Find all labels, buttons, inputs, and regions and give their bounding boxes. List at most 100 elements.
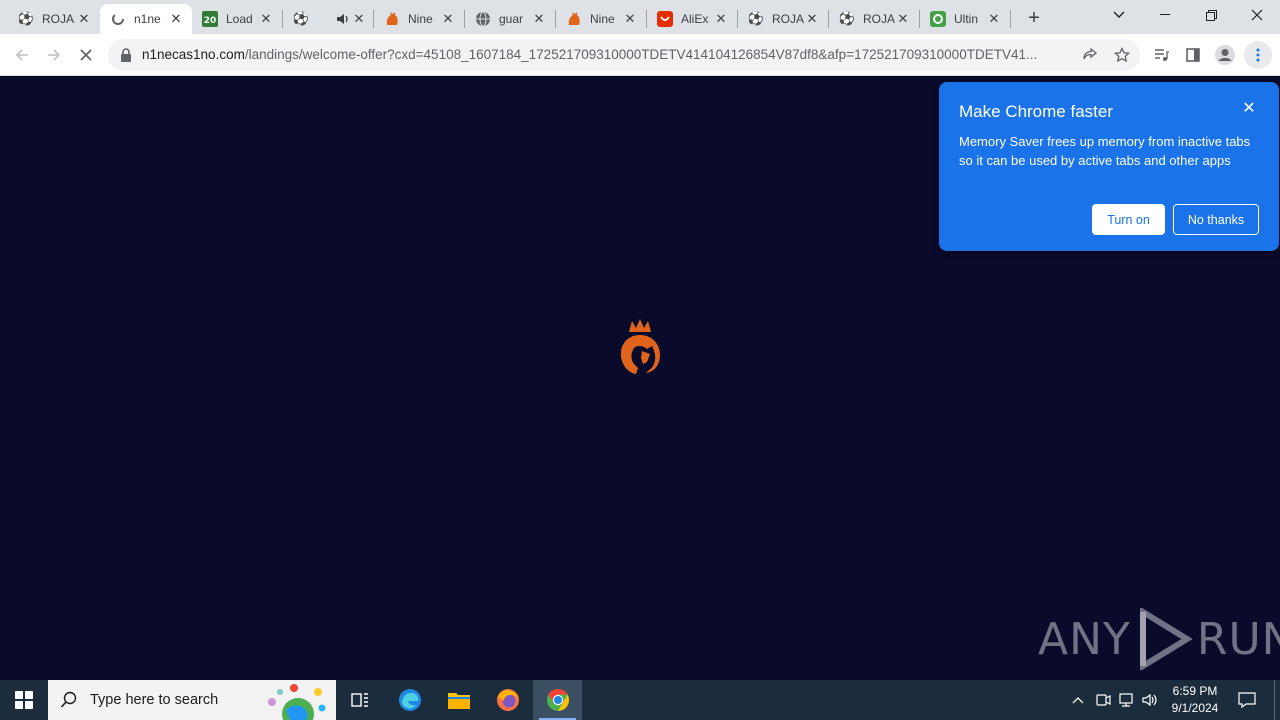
- task-view-icon: [351, 693, 368, 707]
- chrome-taskbar-button[interactable]: [533, 680, 582, 720]
- tab-title: ROJA: [42, 12, 75, 26]
- chevron-up-icon[interactable]: [1068, 690, 1088, 710]
- stop-loading-button[interactable]: [72, 41, 100, 69]
- share-icon[interactable]: [1078, 43, 1102, 67]
- tab-title: Load: [226, 12, 253, 26]
- meet-now-icon[interactable]: [1093, 690, 1113, 710]
- notification-icon[interactable]: [1237, 690, 1257, 710]
- new-tab-button[interactable]: +: [1022, 6, 1046, 30]
- green-app-icon: [930, 11, 946, 27]
- no-thanks-button[interactable]: No thanks: [1173, 204, 1259, 235]
- globe-icon: [475, 11, 491, 27]
- lion-logo-icon: [620, 319, 660, 374]
- tab-title: guar: [499, 12, 524, 26]
- address-bar[interactable]: n1necas1no.com/landings/welcome-offer?cx…: [108, 39, 1140, 71]
- restore-button[interactable]: [1188, 0, 1234, 30]
- url-host: n1necas1no.com: [142, 47, 245, 62]
- chrome-icon: [546, 689, 569, 711]
- chevron-down-icon: [1113, 11, 1125, 18]
- speaker-icon[interactable]: [335, 11, 351, 27]
- url-text[interactable]: n1necas1no.com/landings/welcome-offer?cx…: [142, 47, 1072, 62]
- chrome-menu-button[interactable]: [1244, 41, 1272, 69]
- edge-icon: [399, 689, 421, 711]
- bookmark-star-icon[interactable]: [1110, 43, 1134, 67]
- edge-taskbar-button[interactable]: [386, 680, 434, 720]
- tab-strip: ⚽ ROJA ✕ n1ne ✕ 20 Load ✕ ⚽ ✕ Nine ✕ gua…: [0, 0, 1280, 34]
- tab-n1necasino[interactable]: n1ne ✕: [100, 4, 192, 34]
- tab-title: Nine: [590, 12, 615, 26]
- close-icon[interactable]: ✕: [1241, 100, 1257, 117]
- taskbar-clock[interactable]: 6:59 PM 9/1/2024: [1164, 683, 1226, 717]
- lock-icon[interactable]: [120, 47, 132, 63]
- media-controls-button[interactable]: [1147, 41, 1175, 69]
- play-triangle-icon: [1139, 608, 1193, 670]
- windows-taskbar: Type here to search 6:59 PM 9/1/2024: [0, 680, 1280, 720]
- tab-separator: [1010, 10, 1011, 28]
- watermark-left: ANY: [1038, 613, 1131, 665]
- close-icon[interactable]: ✕: [986, 11, 1002, 27]
- task-view-button[interactable]: [336, 680, 384, 720]
- tab-roja-2[interactable]: ⚽ ROJA ✕: [738, 4, 828, 34]
- close-icon[interactable]: ✕: [713, 11, 729, 27]
- anyrun-watermark: ANY RUN: [1038, 604, 1280, 674]
- clock-time: 6:59 PM: [1172, 684, 1218, 698]
- popup-body: Memory Saver frees up memory from inacti…: [959, 134, 1251, 168]
- tab-load[interactable]: 20 Load ✕: [192, 4, 282, 34]
- close-icon[interactable]: ✕: [531, 11, 547, 27]
- taskbar-search-box[interactable]: Type here to search: [48, 680, 336, 720]
- start-button[interactable]: [0, 680, 48, 720]
- tab-title: Nine: [408, 12, 433, 26]
- close-icon[interactable]: ✕: [258, 11, 274, 27]
- firefox-taskbar-button[interactable]: [484, 680, 532, 720]
- close-icon[interactable]: ✕: [168, 11, 184, 27]
- tab-title: Ultin: [954, 12, 979, 26]
- tab-roja-1[interactable]: ⚽ ROJA ✕: [8, 4, 100, 34]
- tab-nine-1[interactable]: Nine ✕: [374, 4, 464, 34]
- tab-aliexpress[interactable]: AliEx ✕: [647, 4, 737, 34]
- folder-icon: [448, 693, 470, 709]
- tab-roja-3[interactable]: ⚽ ROJA ✕: [829, 4, 919, 34]
- tab-guar[interactable]: guar ✕: [465, 4, 555, 34]
- close-icon[interactable]: ✕: [76, 11, 92, 27]
- browser-toolbar: n1necas1no.com/landings/welcome-offer?cx…: [0, 34, 1280, 76]
- side-panel-button[interactable]: [1179, 41, 1207, 69]
- tab-title: ROJA: [863, 12, 895, 26]
- soccer-ball-icon: ⚽: [747, 11, 765, 26]
- turn-on-button[interactable]: Turn on: [1092, 204, 1165, 235]
- tab-soccer-audio[interactable]: ⚽ ✕: [283, 4, 373, 34]
- tab-title: ROJA: [772, 12, 804, 26]
- media-queue-icon: [1155, 49, 1169, 61]
- back-button[interactable]: [8, 41, 36, 69]
- soccer-ball-icon: ⚽: [292, 11, 310, 26]
- tab-search-button[interactable]: [1096, 0, 1142, 30]
- close-icon[interactable]: ✕: [804, 11, 820, 27]
- file-explorer-taskbar-button[interactable]: [435, 680, 483, 720]
- close-icon[interactable]: ✕: [351, 11, 367, 27]
- soccer-ball-icon: ⚽: [838, 11, 856, 26]
- clock-date: 9/1/2024: [1171, 701, 1219, 715]
- url-path: /landings/welcome-offer?cxd=45108_160718…: [244, 47, 1038, 62]
- watermark-right: RUN: [1196, 613, 1280, 665]
- memory-saver-popup: Make Chrome faster ✕ Memory Saver frees …: [939, 82, 1279, 251]
- tab-nine-2[interactable]: Nine ✕: [556, 4, 646, 34]
- search-icon: [60, 691, 77, 708]
- close-icon[interactable]: ✕: [895, 11, 911, 27]
- profile-button[interactable]: [1211, 41, 1239, 69]
- soccer-ball-icon: ⚽: [17, 11, 35, 26]
- tab-ultin[interactable]: Ultin ✕: [920, 4, 1010, 34]
- lion-icon: [384, 11, 400, 27]
- close-window-button[interactable]: [1234, 0, 1280, 30]
- popup-title: Make Chrome faster: [959, 102, 1113, 121]
- close-icon[interactable]: ✕: [440, 11, 456, 27]
- svg-text:20: 20: [204, 16, 217, 26]
- lion-icon: [566, 11, 582, 27]
- more-vertical-icon: [1256, 48, 1260, 62]
- show-desktop-button[interactable]: [1274, 680, 1275, 720]
- close-icon: [80, 49, 92, 61]
- tab-title: n1ne: [134, 12, 161, 26]
- network-icon[interactable]: [1116, 690, 1136, 710]
- minimize-button[interactable]: [1142, 0, 1188, 30]
- close-icon[interactable]: ✕: [622, 11, 638, 27]
- volume-icon[interactable]: [1140, 690, 1160, 710]
- forward-button[interactable]: [40, 41, 68, 69]
